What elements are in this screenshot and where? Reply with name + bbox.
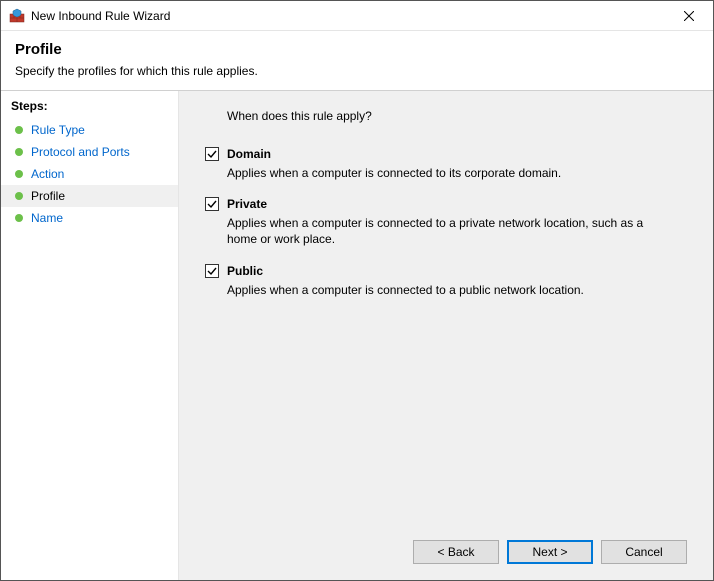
page-subtitle: Specify the profiles for which this rule… [15, 64, 699, 78]
checkbox-public[interactable] [205, 264, 219, 278]
step-bullet-icon [15, 170, 23, 178]
option-desc: Applies when a computer is connected to … [227, 282, 667, 298]
step-rule-type[interactable]: Rule Type [1, 119, 178, 141]
option-public: Public Applies when a computer is connec… [205, 264, 687, 298]
step-profile[interactable]: Profile [1, 185, 178, 207]
step-bullet-icon [15, 148, 23, 156]
checkbox-private[interactable] [205, 197, 219, 211]
main-panel: When does this rule apply? Domain Applie… [179, 91, 713, 580]
steps-sidebar: Steps: Rule Type Protocol and Ports Acti… [1, 91, 179, 580]
step-bullet-icon [15, 126, 23, 134]
step-protocol-and-ports[interactable]: Protocol and Ports [1, 141, 178, 163]
option-desc: Applies when a computer is connected to … [227, 215, 667, 247]
steps-heading: Steps: [1, 97, 178, 119]
firewall-icon [9, 8, 25, 24]
titlebar: New Inbound Rule Wizard [1, 1, 713, 31]
option-label: Private [227, 197, 267, 211]
step-label: Rule Type [31, 123, 85, 137]
step-label: Profile [31, 189, 65, 203]
close-button[interactable] [669, 2, 709, 30]
check-icon [206, 265, 218, 277]
check-icon [206, 148, 218, 160]
wizard-window: New Inbound Rule Wizard Profile Specify … [0, 0, 714, 581]
back-button[interactable]: < Back [413, 540, 499, 564]
button-row: < Back Next > Cancel [205, 528, 687, 564]
option-label: Domain [227, 147, 271, 161]
close-icon [684, 11, 694, 21]
check-icon [206, 198, 218, 210]
option-desc: Applies when a computer is connected to … [227, 165, 667, 181]
page-title: Profile [15, 41, 699, 58]
step-label: Action [31, 167, 64, 181]
step-name[interactable]: Name [1, 207, 178, 229]
wizard-header: Profile Specify the profiles for which t… [1, 31, 713, 91]
window-title: New Inbound Rule Wizard [31, 9, 669, 23]
step-label: Name [31, 211, 63, 225]
checkbox-domain[interactable] [205, 147, 219, 161]
step-bullet-icon [15, 192, 23, 200]
step-label: Protocol and Ports [31, 145, 130, 159]
step-action[interactable]: Action [1, 163, 178, 185]
option-label: Public [227, 264, 263, 278]
option-domain: Domain Applies when a computer is connec… [205, 147, 687, 181]
question-text: When does this rule apply? [227, 109, 687, 123]
wizard-body: Steps: Rule Type Protocol and Ports Acti… [1, 91, 713, 580]
step-bullet-icon [15, 214, 23, 222]
option-private: Private Applies when a computer is conne… [205, 197, 687, 247]
cancel-button[interactable]: Cancel [601, 540, 687, 564]
next-button[interactable]: Next > [507, 540, 593, 564]
